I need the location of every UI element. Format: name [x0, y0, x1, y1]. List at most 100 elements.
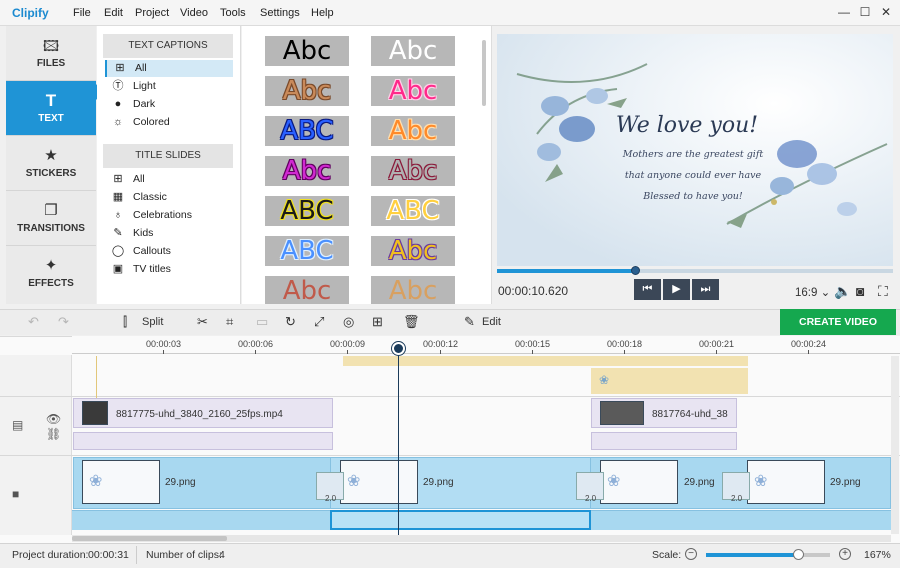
film-add-icon[interactable]: ⊞ — [372, 314, 383, 330]
clip-count-value: 4 — [219, 549, 225, 561]
category-slides-all[interactable]: ⊞ All — [105, 171, 233, 188]
sidebar-item-stickers[interactable]: ★ STICKERS — [6, 136, 96, 191]
duration-label: Project duration: — [12, 549, 89, 561]
timeline-vertical-scrollbar[interactable] — [891, 356, 899, 534]
scrollbar-thumb[interactable] — [72, 536, 227, 541]
sticker-clip[interactable]: ❀ — [591, 368, 748, 394]
crop-icon[interactable]: ⌗ — [226, 314, 233, 330]
caption-style-tile[interactable]: Abc — [265, 36, 349, 66]
sidebar-item-label: EFFECTS — [28, 278, 74, 289]
skip-back-button[interactable]: ⏮ — [634, 279, 661, 300]
scissors-icon[interactable]: ✂ — [197, 314, 208, 330]
clip-thumbnail: ❀ — [340, 460, 418, 504]
caption-style-tile[interactable]: Abc — [371, 76, 455, 106]
caption-style-tile[interactable]: Abc — [371, 36, 455, 66]
category-label: Dark — [133, 98, 156, 110]
maximize-button[interactable]: ☐ — [857, 4, 873, 20]
fit-icon[interactable]: ▭ — [256, 314, 268, 330]
overlay-clip-bar[interactable] — [343, 356, 748, 366]
split-button[interactable]: Split — [142, 316, 163, 328]
track-head-overlay — [0, 355, 72, 397]
menu-file[interactable]: File — [73, 7, 91, 19]
scale-value: 167% — [864, 549, 891, 561]
caption-style-tile[interactable]: Abc — [371, 276, 455, 304]
sidebar-item-files[interactable]: 🖾 FILES — [6, 26, 96, 81]
menu-video[interactable]: Video — [180, 7, 208, 19]
caption-style-tile[interactable]: Abc — [371, 236, 455, 266]
ruler-tick — [163, 350, 164, 354]
menu-edit[interactable]: Edit — [104, 7, 123, 19]
category-slides-celebrations[interactable]: ♁ Celebrations — [105, 207, 233, 224]
skip-forward-button[interactable]: ⏭ — [692, 279, 719, 300]
menu-settings[interactable]: Settings — [260, 7, 300, 19]
undo-icon[interactable]: ↶ — [28, 314, 39, 330]
playback-progress[interactable] — [497, 266, 893, 275]
video-preview[interactable]: We love you! Mothers are the greatest gi… — [497, 34, 893, 266]
minimize-button[interactable]: — — [836, 4, 852, 20]
sidebar-item-effects[interactable]: ✦ EFFECTS — [6, 246, 96, 301]
volume-icon[interactable]: 🔈 — [834, 283, 851, 300]
clip-filename: 8817764-uhd_38 — [652, 409, 728, 420]
playhead-handle[interactable] — [392, 342, 405, 355]
text-clip-track-lane[interactable] — [73, 432, 333, 450]
skip-forward-icon: ⏭ — [700, 283, 711, 295]
redo-icon[interactable]: ↷ — [58, 314, 69, 330]
progress-handle[interactable] — [631, 266, 640, 275]
aspect-ratio-select[interactable]: 16:9 ⌄ — [795, 285, 830, 299]
text-clip[interactable]: 8817775-uhd_3840_2160_25fps.mp4 — [73, 398, 333, 428]
time-ruler[interactable] — [72, 336, 900, 354]
gallery-scrollbar[interactable] — [482, 40, 486, 106]
ruler-tick-label: 00:00:06 — [238, 339, 274, 349]
rotate-icon[interactable]: ↻ — [285, 314, 296, 330]
category-label: Kids — [133, 227, 154, 239]
menu-tools[interactable]: Tools — [220, 7, 246, 19]
trash-icon[interactable]: 🗑 — [403, 314, 420, 330]
caption-style-tile[interactable]: ABC — [371, 196, 455, 226]
scale-slider[interactable] — [706, 549, 830, 560]
caption-style-tile[interactable]: Abc — [265, 156, 349, 186]
menu-help[interactable]: Help — [311, 7, 334, 19]
create-video-button[interactable]: CREATE VIDEO — [780, 309, 896, 335]
camera-icon[interactable]: ◙ — [856, 283, 864, 299]
category-captions-all[interactable]: ⊞ All — [105, 60, 233, 77]
category-captions-light[interactable]: Ⓣ Light — [105, 78, 233, 95]
sidebar-item-text[interactable]: T TEXT — [6, 81, 96, 136]
category-captions-colored[interactable]: ☼ Colored — [105, 114, 233, 131]
sidebar-item-transitions[interactable]: ❐ TRANSITIONS — [6, 191, 96, 246]
category-slides-kids[interactable]: ✎ Kids — [105, 225, 233, 242]
text-clip-track-lane[interactable] — [591, 432, 737, 450]
zoom-out-button[interactable]: − — [685, 548, 697, 560]
audio-selection[interactable] — [330, 510, 591, 530]
play-button[interactable]: ▶ — [663, 279, 690, 300]
link-icon[interactable]: ⛓ — [46, 427, 61, 441]
sidebar-item-label: TRANSITIONS — [17, 223, 85, 234]
eye-icon[interactable]: 👁 — [46, 412, 61, 426]
caption-style-tile[interactable]: Abc — [265, 76, 349, 106]
transition-icon: ❐ — [44, 202, 58, 219]
text-clip[interactable]: 8817764-uhd_38 — [591, 398, 737, 428]
fullscreen-icon[interactable]: ⛶ — [878, 283, 888, 300]
progress-fill — [497, 269, 636, 273]
flower-icon: ❀ — [599, 373, 610, 387]
transition-duration: 2.0 — [731, 494, 743, 503]
edit-button[interactable]: Edit — [482, 316, 501, 328]
caption-style-tile[interactable]: Abc — [371, 116, 455, 146]
menu-project[interactable]: Project — [135, 7, 169, 19]
caption-style-tile[interactable]: Abc — [371, 156, 455, 186]
tool-sidebar: 🖾 FILES T TEXT ★ STICKERS ❐ TRANSITIONS … — [6, 26, 96, 304]
caption-style-tile[interactable]: ABC — [265, 116, 349, 146]
zoom-in-button[interactable]: + — [839, 548, 851, 560]
category-slides-tv-titles[interactable]: ▣ TV titles — [105, 261, 233, 278]
caption-style-tile[interactable]: Abc — [265, 276, 349, 304]
ruler-tick — [716, 350, 717, 354]
category-captions-dark[interactable]: ● Dark — [105, 96, 233, 113]
close-button[interactable]: ✕ — [878, 4, 894, 20]
playhead-line — [398, 345, 399, 535]
scale-handle[interactable] — [793, 549, 804, 560]
category-slides-callouts[interactable]: ◯ Callouts — [105, 243, 233, 260]
caption-style-tile[interactable]: ABC — [265, 236, 349, 266]
caption-style-tile[interactable]: ABC — [265, 196, 349, 226]
face-icon[interactable]: ◎ — [343, 314, 354, 330]
category-slides-classic[interactable]: ▦ Classic — [105, 189, 233, 206]
resize-icon[interactable]: ⤢ — [314, 314, 324, 330]
